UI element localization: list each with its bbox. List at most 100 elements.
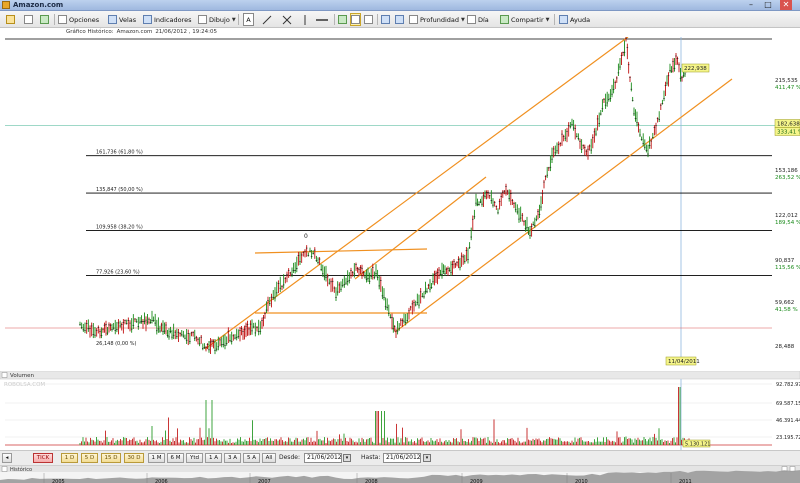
- cross-icon: [282, 15, 292, 24]
- window-title: Amazon.com: [13, 1, 64, 9]
- history-year-label: 2009: [470, 479, 483, 483]
- fib-label: 161,736 (61,80 %): [96, 150, 143, 156]
- candles-button[interactable]: Velas: [108, 13, 136, 26]
- y-axis-label: 90,837: [775, 258, 795, 264]
- vertical-line-tool-button[interactable]: [300, 13, 310, 26]
- history-strip[interactable]: Histórico 2005 2006 2007 2008 2009 2010 2011: [0, 466, 800, 483]
- y-percent-label: 263,52 %: [775, 175, 800, 181]
- period-1a-button[interactable]: 1 A: [205, 453, 222, 463]
- pin-button[interactable]: [24, 13, 33, 26]
- period-all-button[interactable]: All: [262, 453, 276, 463]
- candles-label: Velas: [119, 15, 137, 24]
- minimize-button[interactable]: –: [745, 0, 757, 10]
- collapse-icon[interactable]: [1, 372, 8, 378]
- history-navigator[interactable]: Histórico 2005 2006 2007 2008 2009 2010 2011: [0, 465, 800, 483]
- diagonal-line-icon: [262, 15, 272, 24]
- chart-info-label: Gráfico Histórico:: [66, 29, 114, 35]
- history-label: Histórico: [10, 466, 32, 473]
- y-axis-label: 122,012: [775, 213, 798, 219]
- add-symbol-button[interactable]: [40, 13, 49, 26]
- period-3a-button[interactable]: 3 A: [224, 453, 241, 463]
- period-1m-button[interactable]: 1 M: [148, 453, 165, 463]
- volume-last-label: 5.130.121: [685, 442, 710, 448]
- calendar-icon[interactable]: ▾: [343, 454, 351, 462]
- horizontal-line-icon: [316, 18, 328, 21]
- toolbar-separator: [238, 14, 239, 25]
- cursor-date-label: 11/04/2011: [668, 359, 700, 365]
- help-label: Ayuda: [570, 15, 591, 24]
- y-percent-label: 41,58 %: [775, 307, 798, 313]
- text-tool-button[interactable]: A: [243, 13, 254, 26]
- period-6m-button[interactable]: 6 M: [167, 453, 184, 463]
- volume-axis-label: 69.587.150: [776, 401, 800, 407]
- maximize-button[interactable]: □: [762, 0, 774, 10]
- price-flag-label: 222,938: [684, 66, 707, 72]
- calendar-icon[interactable]: ▾: [423, 454, 431, 462]
- title-bar: Amazon.com – □ ✕: [0, 0, 800, 11]
- annotation-marker: 0: [304, 233, 308, 240]
- collapse-icon[interactable]: [1, 466, 8, 472]
- price-chart[interactable]: 161,736 (61,80 %) 135,847 (50,00 %) 109,95…: [0, 37, 800, 371]
- zoom-in-button[interactable]: [381, 13, 390, 26]
- arrow-tool-button[interactable]: [364, 13, 373, 26]
- indicators-label: Indicadores: [154, 15, 192, 24]
- from-date-field[interactable]: 21/06/2012: [304, 453, 342, 463]
- to-label: Hasta:: [361, 454, 381, 461]
- chart-info-datetime: 21/06/2012 , 19:24:05: [155, 29, 217, 35]
- lock-button[interactable]: [6, 13, 15, 26]
- period-15d-button[interactable]: 15 D: [101, 453, 121, 463]
- drawing-menu[interactable]: Dibujo ▼: [198, 13, 236, 26]
- period-ytd-button[interactable]: Ytd: [186, 453, 203, 463]
- chevron-down-icon: ▼: [231, 16, 236, 23]
- to-date-field[interactable]: 21/06/2012: [383, 453, 421, 463]
- arrow-icon: [364, 15, 373, 24]
- toolbar-separator: [334, 14, 335, 25]
- interval-label: Día: [478, 15, 489, 24]
- y-axis-label: 28,488: [775, 344, 795, 350]
- interval-menu[interactable]: Día: [467, 13, 489, 26]
- up-arrow-button[interactable]: [338, 13, 347, 26]
- drawing-label: Dibujo: [209, 15, 230, 24]
- pointer-button[interactable]: [350, 13, 361, 26]
- volume-chart[interactable]: Volumen ROBOLSA.COM 92.782.970 69.587.150…: [0, 371, 800, 450]
- period-1d-button[interactable]: 1 D: [61, 453, 78, 463]
- zoom-out-button[interactable]: [395, 13, 404, 26]
- toolbar-separator: [554, 14, 555, 25]
- indicators-icon: [143, 15, 152, 24]
- options-button[interactable]: Opciones: [58, 13, 99, 26]
- depth-menu[interactable]: Profundidad ▼: [409, 13, 465, 26]
- period-5d-button[interactable]: 5 D: [81, 453, 98, 463]
- chart-info-symbol: Amazon.com: [116, 29, 153, 35]
- help-button[interactable]: Ayuda: [559, 13, 590, 26]
- volume-axis-label: 23.195.720: [776, 435, 800, 441]
- tick-button[interactable]: TICK: [33, 453, 53, 463]
- fib-label: 26,148 (0,00 %): [96, 341, 137, 347]
- history-year-label: 2005: [52, 479, 65, 483]
- arrow-up-icon: [338, 15, 347, 24]
- y-axis-label: 59,662: [775, 300, 794, 306]
- from-label: Desde:: [279, 454, 300, 461]
- price-flag-label: 333,41 %: [777, 129, 800, 135]
- toolbar-separator: [377, 14, 378, 25]
- app-icon: [2, 1, 10, 9]
- history-toggle[interactable]: ◂: [2, 453, 12, 463]
- history-year-label: 2006: [155, 479, 168, 483]
- y-axis-label: 215,535: [775, 78, 798, 84]
- options-label: Opciones: [69, 15, 100, 24]
- share-icon: [500, 15, 509, 24]
- chart-info-bar: Gráfico Histórico: Amazon.com 21/06/2012 ,…: [0, 28, 800, 37]
- history-year-label: 2007: [258, 479, 271, 483]
- share-menu[interactable]: Compartir ▼: [500, 13, 550, 26]
- cross-tool-button[interactable]: [282, 13, 292, 26]
- y-percent-label: 189,54 %: [775, 220, 800, 226]
- period-5a-button[interactable]: 5 A: [243, 453, 260, 463]
- close-button[interactable]: ✕: [780, 0, 792, 10]
- line-tool-button[interactable]: [262, 13, 272, 26]
- history-year-label: 2010: [575, 479, 588, 483]
- y-axis-label: 153,186: [775, 168, 798, 174]
- period-30d-button[interactable]: 30 D: [124, 453, 144, 463]
- vertical-line-icon: [304, 14, 306, 25]
- pin-icon: [24, 15, 33, 24]
- indicators-button[interactable]: Indicadores: [143, 13, 192, 26]
- horizontal-line-tool-button[interactable]: [316, 13, 328, 26]
